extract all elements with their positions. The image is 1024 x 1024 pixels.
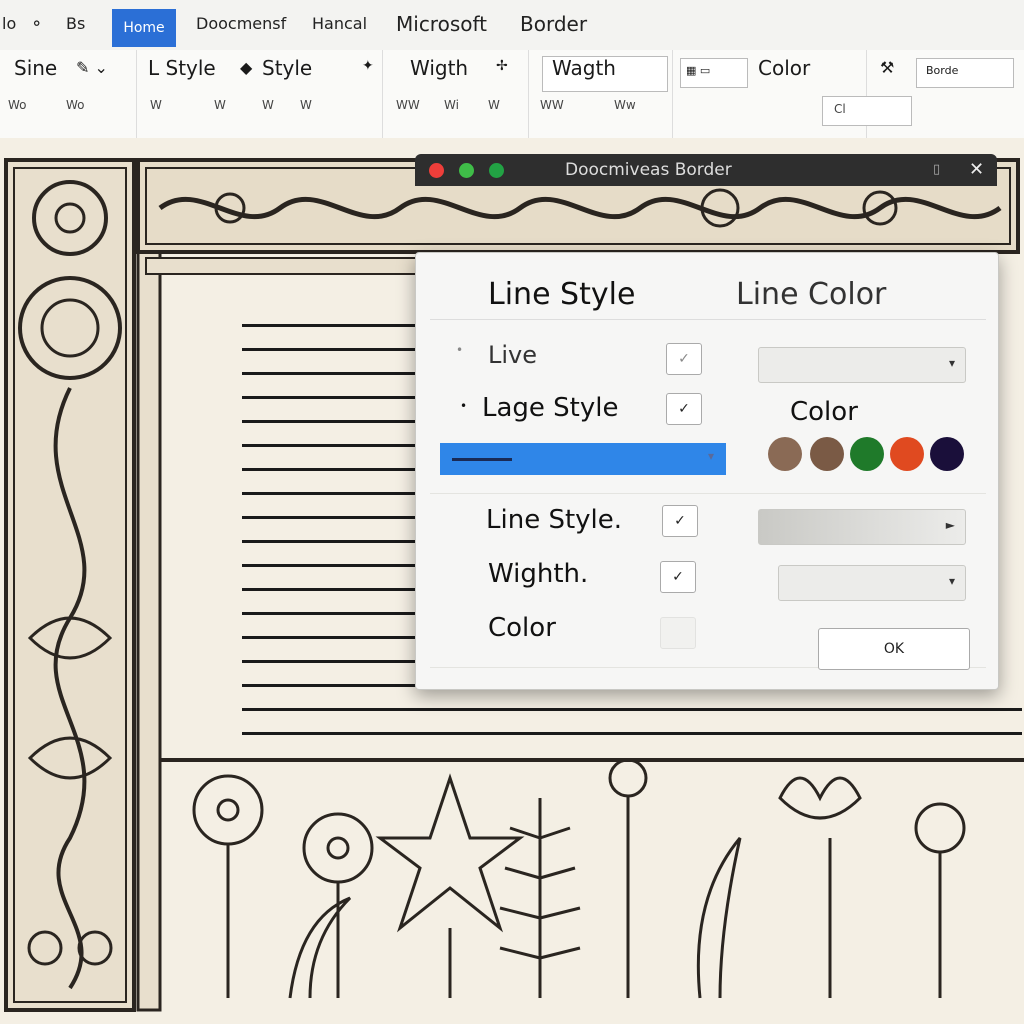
color-label: Color	[790, 397, 858, 427]
ribbon-line-style-button[interactable]: L Style	[148, 56, 216, 92]
dialog-title: Doocmiveas Border	[565, 160, 732, 180]
ribbon-small-item[interactable]: W	[150, 98, 162, 126]
border-line-sample	[242, 324, 422, 327]
close-traffic-light-icon[interactable]	[429, 163, 444, 178]
ribbon-line-label[interactable]: Sine	[14, 56, 57, 92]
ribbon-small-item[interactable]: Cl	[834, 102, 846, 130]
border-line-sample	[242, 516, 422, 519]
border-line-sample	[242, 588, 422, 591]
ribbon-width-value: Wagth	[552, 56, 616, 80]
border-line-sample	[242, 564, 422, 567]
border-line-sample	[242, 684, 422, 687]
border-line-sample	[242, 660, 422, 663]
border-line-sample	[242, 492, 422, 495]
menu-item[interactable]: Bs	[66, 14, 85, 33]
ribbon-small-item[interactable]: W	[214, 98, 226, 126]
menu-item[interactable]: lo	[2, 14, 16, 33]
live-checkbox[interactable]: ✓	[666, 343, 702, 375]
chevron-down-icon: ▾	[948, 574, 955, 588]
color-swatch-navy[interactable]	[930, 437, 964, 471]
border-line-sample	[242, 420, 422, 423]
paint-icon[interactable]: ✎ ⌄	[76, 58, 108, 94]
border-line-sample	[242, 540, 422, 543]
app-titlebar: lo ⚬ Bs Home Doocmensf Hancal Microsoft …	[0, 0, 1024, 51]
ribbon-small-item[interactable]: W	[488, 98, 500, 126]
ribbon-width-button[interactable]: Wigth	[410, 56, 468, 92]
ribbon-small-item[interactable]: WW	[396, 98, 420, 126]
line-style-header: Line Style	[488, 277, 636, 312]
border-line-sample	[242, 468, 422, 471]
color-swatch-brown[interactable]	[768, 437, 802, 471]
width-checkbox[interactable]: ✓	[660, 561, 696, 593]
app-title: Microsoft	[396, 12, 488, 36]
border-line-sample	[242, 732, 1022, 735]
page-style-checkbox[interactable]: ✓	[666, 393, 702, 425]
tab-home[interactable]: Home	[112, 9, 176, 47]
table-icon: ▦ ▭	[686, 64, 711, 77]
restore-icon[interactable]: ▯	[933, 162, 940, 177]
line-style-dropdown[interactable]: ►	[758, 509, 966, 545]
ribbon-right-box-label: Borde	[926, 64, 959, 77]
ribbon-small-item[interactable]: Wi	[444, 98, 459, 126]
tool-icon[interactable]: ⚒	[880, 58, 894, 94]
tab-hancal[interactable]: Hancal	[312, 14, 367, 33]
bullet-icon: •	[456, 343, 464, 357]
ribbon-small-item[interactable]: Wo	[66, 98, 85, 126]
color-row-checkbox[interactable]	[660, 617, 696, 649]
bullet-icon: •	[460, 399, 468, 413]
color-swatch-dark-brown[interactable]	[810, 437, 844, 471]
ribbon-small-item[interactable]: Ww	[614, 98, 636, 126]
menu-item[interactable]: ⚬	[30, 14, 43, 33]
border-line-sample	[242, 372, 422, 375]
tab-document[interactable]: Doocmensf	[196, 14, 286, 33]
color-swatch-green[interactable]	[850, 437, 884, 471]
format-icon[interactable]: ✦	[362, 58, 374, 94]
line-style-checkbox[interactable]: ✓	[662, 505, 698, 537]
dialog-titlebar[interactable]: Doocmiveas Border ▯ ✕	[415, 154, 997, 186]
border-dialog: Line Style Line Color • Live ✓ ▾ • Lage …	[415, 252, 999, 690]
width-label: Wighth.	[488, 559, 589, 589]
header-divider	[430, 319, 986, 320]
border-line-sample	[242, 444, 422, 447]
minimize-traffic-light-icon[interactable]	[459, 163, 474, 178]
ribbon-small-item[interactable]: W	[262, 98, 274, 126]
selected-line-style-bar[interactable]: ▾	[440, 443, 726, 475]
ok-button[interactable]: OK	[818, 628, 970, 670]
maximize-traffic-light-icon[interactable]	[489, 163, 504, 178]
border-line-sample	[242, 612, 422, 615]
ribbon-toolbar: Sine ✎ ⌄ L Style ◆ Style ✦ Wigth ✢ Wagth…	[0, 50, 1024, 139]
width-dropdown[interactable]: ▾	[778, 565, 966, 601]
border-line-sample	[242, 348, 422, 351]
ribbon-small-item[interactable]: Wo	[8, 98, 27, 126]
brush-icon[interactable]: ✢	[496, 58, 508, 94]
border-line-sample	[242, 708, 1022, 711]
line-style-label: Line Style.	[486, 505, 623, 535]
font-icon[interactable]: ◆	[240, 58, 252, 94]
app-title-suffix: Border	[520, 12, 588, 36]
live-label: Live	[488, 341, 538, 369]
color-row-label: Color	[488, 613, 556, 643]
color-swatch-orange[interactable]	[890, 437, 924, 471]
ribbon-style-button[interactable]: Style	[262, 56, 312, 92]
section-divider	[430, 493, 986, 494]
page-style-label: Lage Style	[482, 393, 619, 423]
ribbon-small-item[interactable]: W	[300, 98, 312, 126]
chevron-down-icon: ▾	[948, 356, 955, 370]
border-line-sample	[242, 636, 422, 639]
line-color-dropdown[interactable]: ▾	[758, 347, 966, 383]
ribbon-small-item[interactable]: WW	[540, 98, 564, 126]
line-color-header: Line Color	[736, 277, 887, 312]
ribbon-color-button[interactable]: Color	[758, 56, 810, 92]
chevron-down-icon: ▾	[707, 449, 714, 463]
close-icon[interactable]: ✕	[969, 159, 984, 180]
chevron-right-icon: ►	[945, 518, 955, 532]
border-line-sample	[242, 396, 422, 399]
